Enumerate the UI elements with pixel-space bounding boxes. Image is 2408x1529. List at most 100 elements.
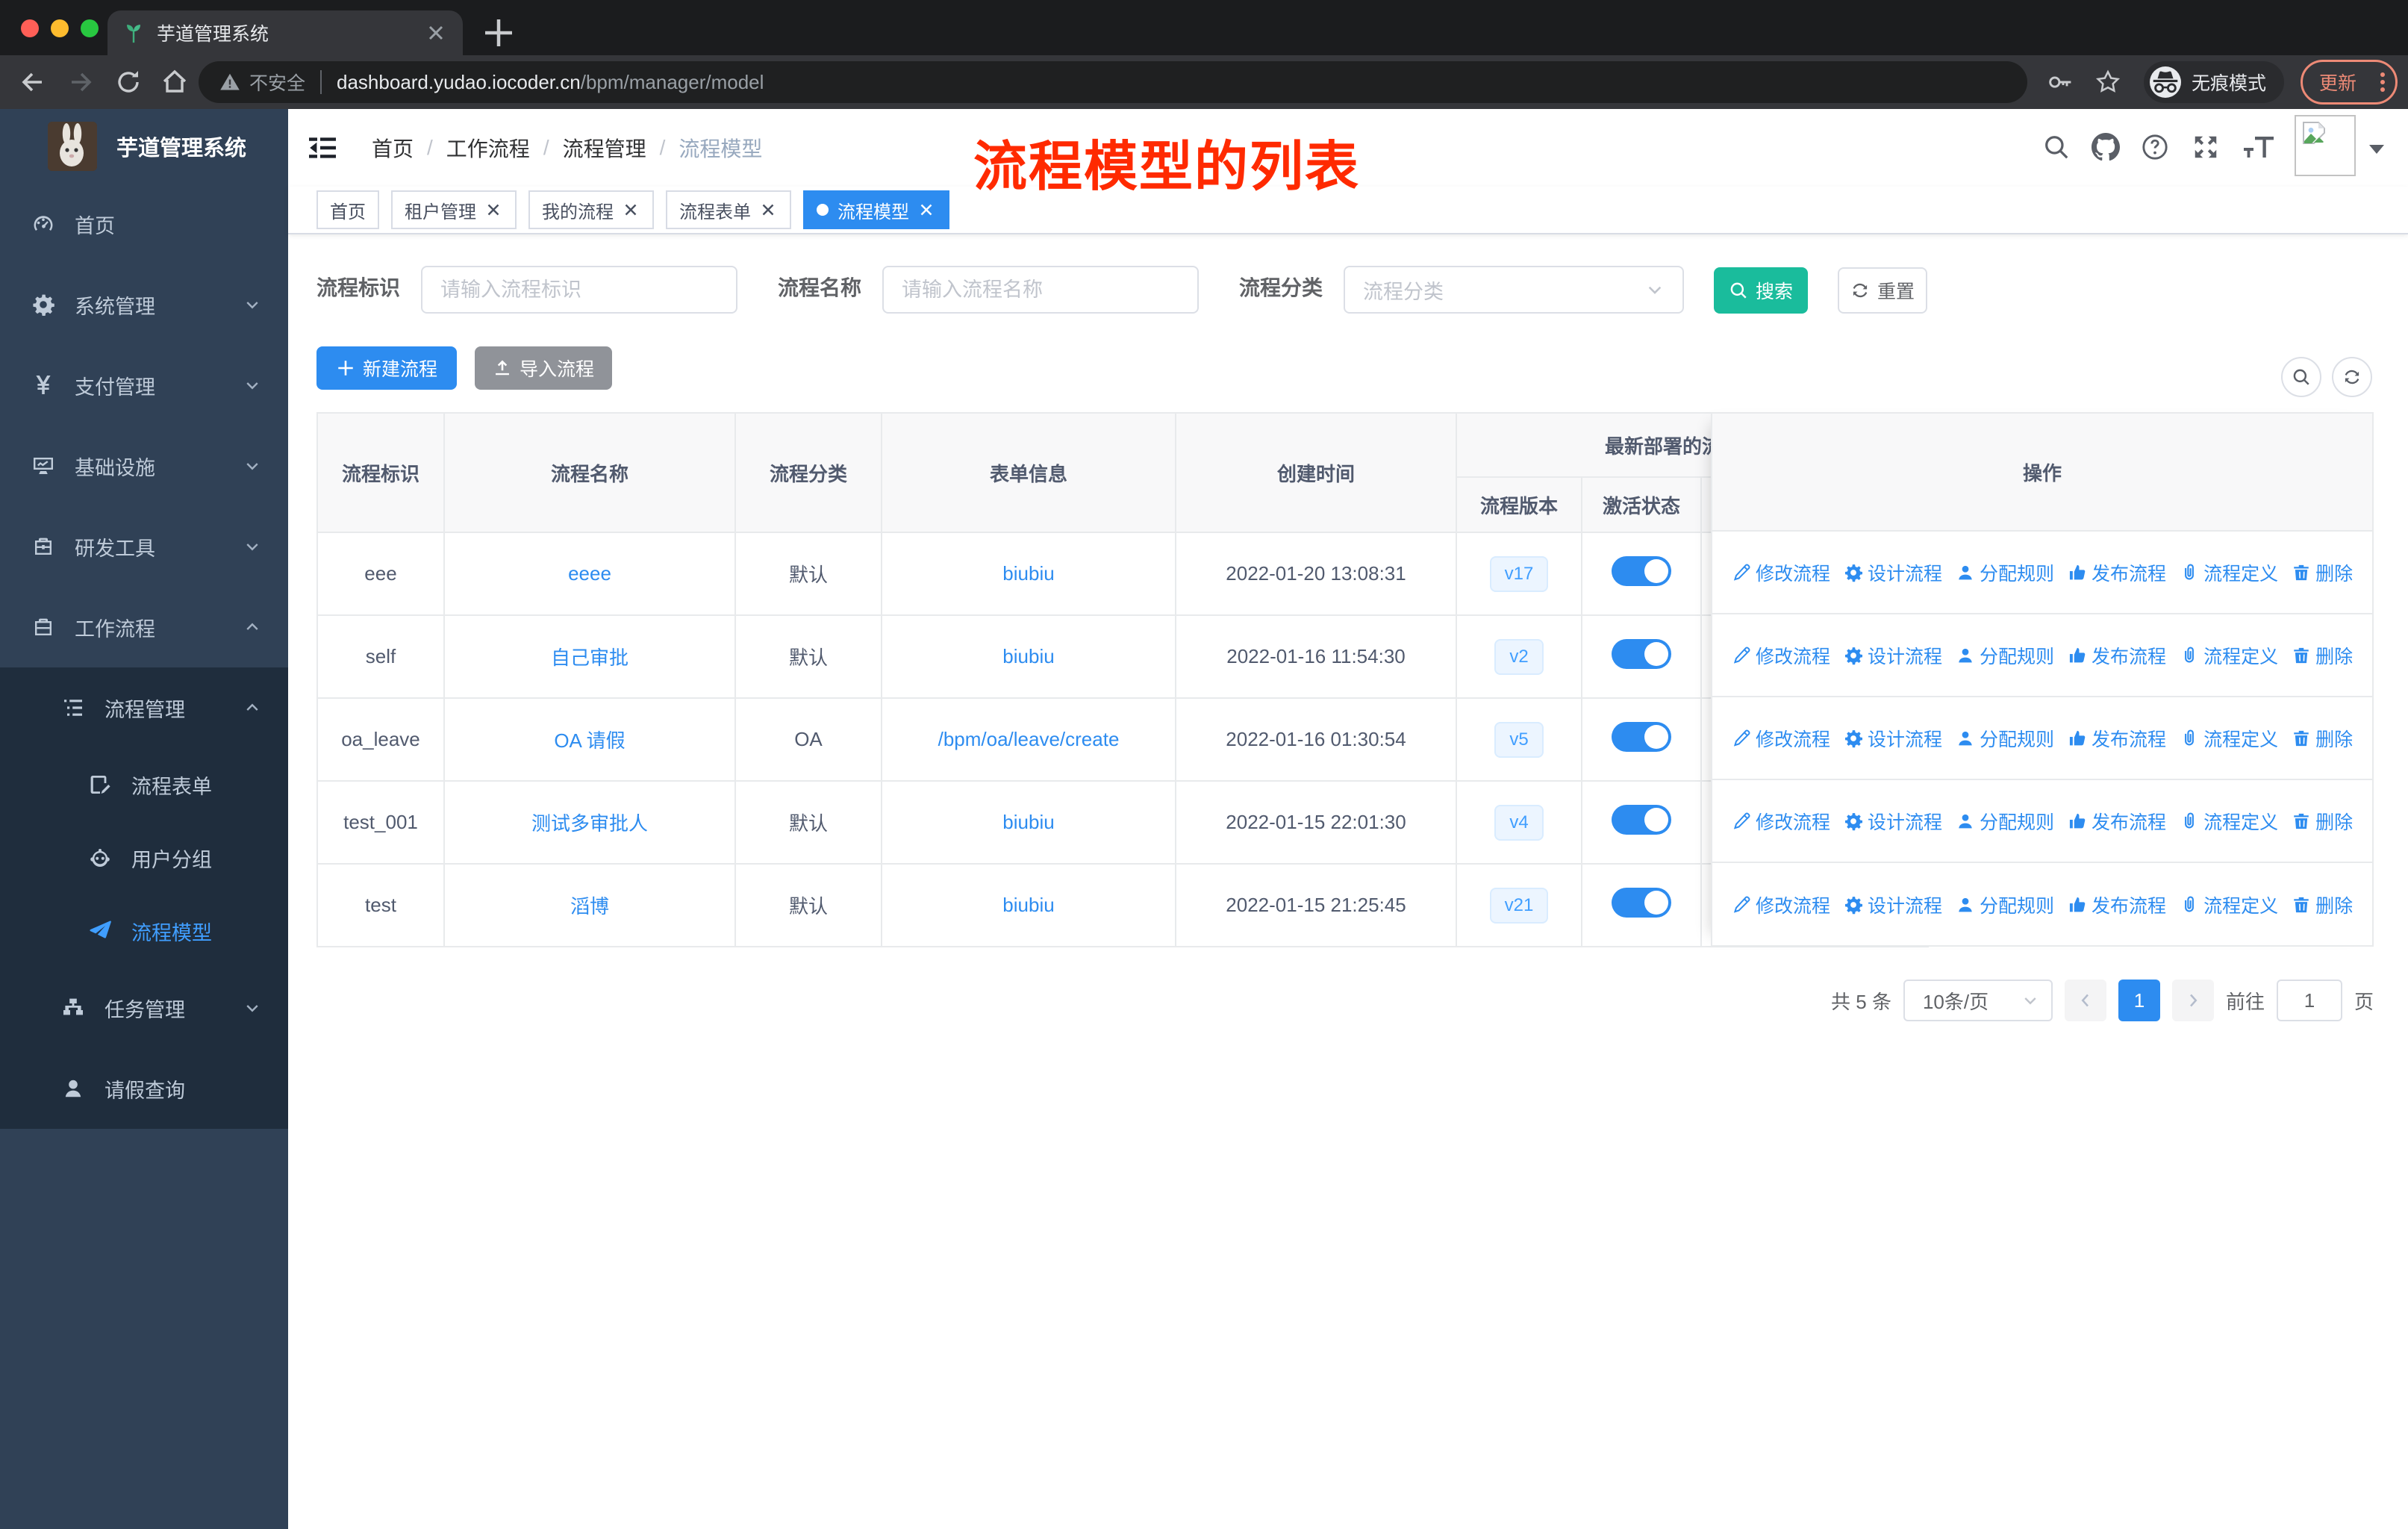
sidebar-collapse-icon[interactable] bbox=[308, 133, 337, 163]
fullscreen-icon[interactable] bbox=[2192, 133, 2220, 161]
action-assign-rule-link[interactable]: 分配规则 bbox=[1956, 891, 2054, 918]
sidebar-item-task-management[interactable]: 任务管理 bbox=[0, 968, 288, 1048]
tab-tag-process-model[interactable]: 流程模型 bbox=[803, 190, 949, 229]
prev-page-button[interactable] bbox=[2064, 980, 2106, 1021]
action-design-link[interactable]: 设计流程 bbox=[1844, 725, 1942, 752]
next-page-button[interactable] bbox=[2171, 980, 2214, 1021]
action-definition-link[interactable]: 流程定义 bbox=[2180, 642, 2278, 669]
new-tab-button[interactable] bbox=[481, 15, 517, 51]
breadcrumb-item[interactable]: 流程管理 bbox=[563, 133, 646, 163]
breadcrumb-item[interactable]: 首页 bbox=[372, 133, 414, 163]
action-definition-link[interactable]: 流程定义 bbox=[2180, 808, 2278, 835]
active-toggle[interactable] bbox=[1612, 722, 1671, 752]
action-publish-link[interactable]: 发布流程 bbox=[2068, 808, 2166, 835]
header-search-icon[interactable] bbox=[2042, 133, 2071, 161]
import-process-button[interactable]: 导入流程 bbox=[475, 346, 612, 390]
action-delete-link[interactable]: 删除 bbox=[2292, 891, 2353, 918]
process-key-input[interactable] bbox=[421, 266, 737, 314]
form-info-link[interactable]: biubiu bbox=[1002, 645, 1054, 667]
action-delete-link[interactable]: 删除 bbox=[2292, 642, 2353, 669]
help-icon[interactable] bbox=[2141, 133, 2169, 161]
window-minimize-button[interactable] bbox=[51, 19, 69, 37]
forward-icon[interactable] bbox=[66, 67, 96, 97]
action-definition-link[interactable]: 流程定义 bbox=[2180, 725, 2278, 752]
sidebar-item-workflow[interactable]: 工作流程 bbox=[0, 587, 288, 667]
action-design-link[interactable]: 设计流程 bbox=[1844, 808, 1942, 835]
action-delete-link[interactable]: 删除 bbox=[2292, 808, 2353, 835]
search-button[interactable]: 搜索 bbox=[1714, 267, 1808, 314]
sidebar-item-process-management[interactable]: 流程管理 bbox=[0, 667, 288, 748]
tab-tag-my-process[interactable]: 我的流程 bbox=[528, 190, 654, 229]
sidebar-item-process-model[interactable]: 流程模型 bbox=[0, 894, 288, 968]
avatar-caret-icon[interactable] bbox=[2369, 145, 2384, 154]
tab-tag-process-form[interactable]: 流程表单 bbox=[666, 190, 791, 229]
tab-tag-home[interactable]: 首页 bbox=[316, 190, 379, 229]
action-definition-link[interactable]: 流程定义 bbox=[2180, 559, 2278, 586]
process-name-link[interactable]: eeee bbox=[568, 562, 611, 585]
form-info-link[interactable]: /bpm/oa/leave/create bbox=[938, 728, 1120, 750]
close-icon[interactable] bbox=[621, 200, 640, 219]
action-modify-link[interactable]: 修改流程 bbox=[1732, 725, 1830, 752]
active-toggle[interactable] bbox=[1612, 556, 1671, 586]
back-icon[interactable] bbox=[18, 67, 48, 97]
browser-tab[interactable]: 芋道管理系统 bbox=[107, 10, 463, 55]
github-icon[interactable] bbox=[2092, 133, 2120, 161]
breadcrumb-item[interactable]: 工作流程 bbox=[446, 133, 530, 163]
sidebar-item-payment-management[interactable]: 支付管理 bbox=[0, 345, 288, 426]
goto-page-input[interactable] bbox=[2276, 980, 2342, 1021]
action-assign-rule-link[interactable]: 分配规则 bbox=[1956, 725, 2054, 752]
home-icon[interactable] bbox=[160, 67, 190, 97]
active-toggle[interactable] bbox=[1612, 639, 1671, 669]
refresh-table-button[interactable] bbox=[2332, 357, 2372, 397]
close-icon[interactable] bbox=[484, 200, 503, 219]
toggle-search-button[interactable] bbox=[2281, 357, 2321, 397]
create-process-button[interactable]: 新建流程 bbox=[316, 346, 457, 390]
active-toggle[interactable] bbox=[1612, 805, 1671, 835]
sidebar-item-system-management[interactable]: 系统管理 bbox=[0, 264, 288, 345]
sidebar-item-leave-query[interactable]: 请假查询 bbox=[0, 1048, 288, 1129]
tab-tag-tenant-management[interactable]: 租户管理 bbox=[391, 190, 517, 229]
sidebar-item-user-group[interactable]: 用户分组 bbox=[0, 821, 288, 894]
active-toggle[interactable] bbox=[1612, 888, 1671, 918]
action-modify-link[interactable]: 修改流程 bbox=[1732, 891, 1830, 918]
action-design-link[interactable]: 设计流程 bbox=[1844, 642, 1942, 669]
action-publish-link[interactable]: 发布流程 bbox=[2068, 642, 2166, 669]
sidebar-item-home[interactable]: 首页 bbox=[0, 184, 288, 264]
action-publish-link[interactable]: 发布流程 bbox=[2068, 891, 2166, 918]
sidebar-item-dev-tools[interactable]: 研发工具 bbox=[0, 506, 288, 587]
action-delete-link[interactable]: 删除 bbox=[2292, 725, 2353, 752]
action-definition-link[interactable]: 流程定义 bbox=[2180, 891, 2278, 918]
url-bar[interactable]: 不安全 dashboard.yudao.iocoder.cn /bpm/mana… bbox=[199, 61, 2027, 103]
avatar[interactable] bbox=[2295, 115, 2356, 176]
form-info-link[interactable]: biubiu bbox=[1002, 562, 1054, 585]
font-size-icon[interactable] bbox=[2242, 133, 2275, 161]
sidebar-item-infrastructure[interactable]: 基础设施 bbox=[0, 426, 288, 506]
reload-icon[interactable] bbox=[113, 67, 143, 97]
page-size-select[interactable]: 10条/页 bbox=[1903, 980, 2053, 1021]
sidebar-item-process-form[interactable]: 流程表单 bbox=[0, 748, 288, 821]
action-modify-link[interactable]: 修改流程 bbox=[1732, 808, 1830, 835]
process-name-link[interactable]: 测试多审批人 bbox=[531, 812, 648, 835]
current-page-button[interactable]: 1 bbox=[2118, 980, 2160, 1021]
action-publish-link[interactable]: 发布流程 bbox=[2068, 559, 2166, 586]
action-delete-link[interactable]: 删除 bbox=[2292, 559, 2353, 586]
reset-button[interactable]: 重置 bbox=[1838, 267, 1927, 314]
process-name-link[interactable]: 自己审批 bbox=[551, 647, 628, 669]
form-info-link[interactable]: biubiu bbox=[1002, 811, 1054, 833]
password-key-icon[interactable] bbox=[2047, 69, 2074, 96]
process-category-select[interactable]: 流程分类 bbox=[1344, 266, 1684, 314]
close-icon[interactable] bbox=[758, 200, 778, 219]
tab-close-icon[interactable] bbox=[424, 21, 448, 45]
process-name-link[interactable]: OA 请假 bbox=[554, 729, 625, 752]
window-close-button[interactable] bbox=[21, 19, 39, 37]
action-modify-link[interactable]: 修改流程 bbox=[1732, 559, 1830, 586]
close-icon[interactable] bbox=[917, 200, 936, 219]
action-modify-link[interactable]: 修改流程 bbox=[1732, 642, 1830, 669]
action-assign-rule-link[interactable]: 分配规则 bbox=[1956, 559, 2054, 586]
action-assign-rule-link[interactable]: 分配规则 bbox=[1956, 642, 2054, 669]
bookmark-star-icon[interactable] bbox=[2094, 69, 2121, 96]
action-design-link[interactable]: 设计流程 bbox=[1844, 559, 1942, 586]
window-zoom-button[interactable] bbox=[81, 19, 99, 37]
action-assign-rule-link[interactable]: 分配规则 bbox=[1956, 808, 2054, 835]
browser-update-button[interactable]: 更新 bbox=[2301, 60, 2398, 105]
